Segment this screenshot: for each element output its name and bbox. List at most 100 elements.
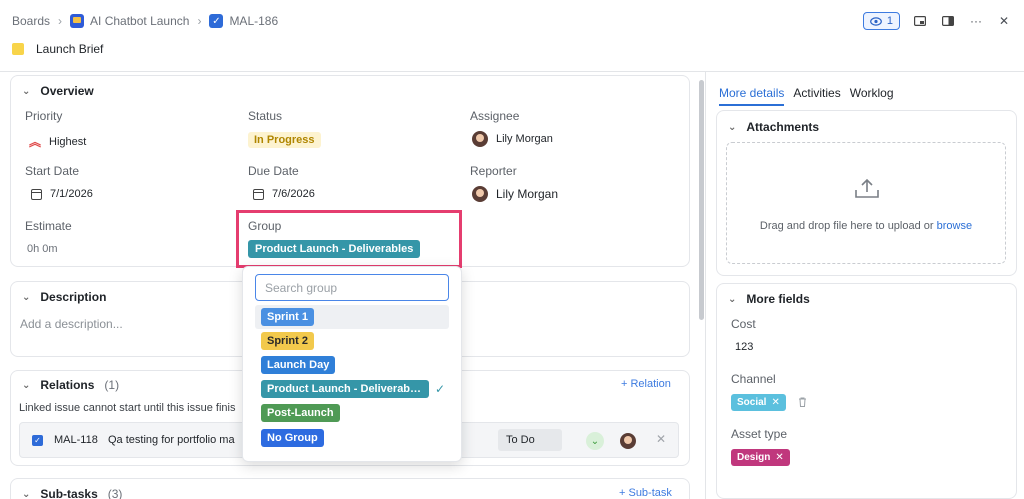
description-heading[interactable]: ⌄ Description: [22, 290, 106, 304]
drop-text: Drag and drop file here to upload or: [759, 220, 937, 232]
group-option-tag: Sprint 2: [261, 332, 314, 350]
relation-note: Linked issue cannot start until this iss…: [19, 402, 236, 414]
breadcrumb-project[interactable]: AI Chatbot Launch: [70, 14, 189, 28]
channel-label: Channel: [731, 372, 776, 386]
group-option-tag: Sprint 1: [261, 308, 314, 326]
subtasks-count: (3): [107, 487, 123, 499]
relation-key[interactable]: MAL-118: [54, 434, 98, 446]
add-relation-button[interactable]: + Relation: [621, 378, 671, 390]
calendar-icon: [253, 188, 264, 200]
status-badge[interactable]: In Progress: [248, 132, 321, 148]
breadcrumb-issue-label[interactable]: MAL-186: [229, 14, 278, 28]
breadcrumb-issue[interactable]: ✓ MAL-186: [209, 14, 278, 28]
assignee-field[interactable]: Lily Morgan: [472, 131, 553, 147]
cost-value[interactable]: 123: [735, 341, 753, 353]
group-value-tag[interactable]: Product Launch - Deliverables: [248, 240, 421, 258]
group-option-launch-day[interactable]: Launch Day: [255, 353, 449, 377]
side-panel-icon[interactable]: [940, 13, 956, 29]
group-option-tag: Post-Launch: [261, 404, 340, 422]
more-fields-card: [716, 283, 1017, 499]
calendar-icon: [31, 188, 42, 200]
relations-count: (1): [104, 378, 120, 392]
more-fields-heading[interactable]: ⌄ More fields: [728, 292, 810, 306]
chevron-down-icon: ⌄: [22, 85, 31, 97]
group-option-no-group[interactable]: No Group: [255, 426, 449, 450]
due-date-field[interactable]: 7/6/2026: [253, 188, 315, 200]
task-checkbox-icon: ✓: [209, 14, 224, 28]
asset-type-label: Asset type: [731, 427, 788, 441]
chevron-down-icon: ⌄: [22, 379, 31, 391]
add-subtask-button[interactable]: + Sub-task: [619, 487, 672, 499]
highest-priority-icon: ︽: [29, 135, 42, 149]
priority-field[interactable]: ︽ Highest: [29, 133, 86, 150]
remove-chip-icon[interactable]: ✕: [771, 397, 779, 408]
avatar: [620, 433, 636, 449]
group-option-sprint-2[interactable]: Sprint 2: [255, 329, 449, 353]
watch-button[interactable]: 1: [862, 12, 900, 30]
group-option-sprint-1[interactable]: Sprint 1: [255, 305, 449, 329]
trash-icon[interactable]: [798, 397, 807, 410]
start-date-field[interactable]: 7/1/2026: [31, 188, 93, 200]
asset-type-value: Design: [737, 452, 771, 463]
issue-title[interactable]: Launch Brief: [36, 42, 103, 56]
more-fields-heading-label: More fields: [746, 292, 810, 306]
board-icon: [70, 14, 85, 28]
browse-link[interactable]: browse: [937, 220, 972, 232]
overview-heading-label: Overview: [40, 84, 94, 98]
priority-label: Priority: [25, 109, 63, 123]
status-field[interactable]: In Progress: [248, 132, 321, 148]
detail-tabs: More details Activities Worklog: [719, 86, 894, 106]
remove-chip-icon[interactable]: ✕: [775, 452, 783, 463]
overview-heading[interactable]: ⌄ Overview: [22, 84, 94, 98]
subtasks-heading[interactable]: ⌄ Sub-tasks (3): [22, 487, 122, 499]
more-options-icon[interactable]: ···: [968, 13, 984, 29]
breadcrumb-boards[interactable]: Boards: [12, 14, 50, 28]
attachments-heading[interactable]: ⌄ Attachments: [728, 120, 819, 134]
avatar: [472, 186, 488, 202]
watch-count: 1: [886, 15, 893, 27]
group-dropdown: Sprint 1 Sprint 2 Launch Day Product Lau…: [242, 266, 462, 462]
channel-value: Social: [737, 397, 767, 408]
header-actions: 1 ··· ✕: [862, 12, 1012, 30]
group-option-product-launch[interactable]: Product Launch - Deliverables ✓: [255, 377, 449, 401]
file-dropzone[interactable]: Drag and drop file here to upload or bro…: [726, 142, 1006, 264]
assignee-value: Lily Morgan: [496, 133, 553, 145]
due-date-value: 7/6/2026: [272, 188, 315, 200]
title-row: Launch Brief: [12, 42, 103, 56]
status-label: Status: [248, 109, 283, 123]
estimate-value[interactable]: 0h 0m: [27, 243, 58, 255]
close-icon[interactable]: ✕: [996, 13, 1012, 29]
remove-relation-icon[interactable]: ✕: [656, 432, 666, 446]
description-input[interactable]: Add a description...: [20, 317, 123, 331]
group-option-tag: Launch Day: [261, 356, 336, 374]
chevron-down-icon: ⌄: [22, 488, 31, 499]
search-group-input[interactable]: [255, 274, 449, 301]
eye-icon: [869, 16, 882, 26]
relation-status[interactable]: To Do: [498, 429, 562, 451]
chevron-right-icon: ›: [58, 14, 63, 28]
breadcrumb-boards-label[interactable]: Boards: [12, 14, 50, 28]
relation-summary[interactable]: Qa testing for portfolio ma: [108, 434, 243, 446]
tab-worklog[interactable]: Worklog: [850, 86, 894, 106]
scrollbar-thumb[interactable]: [699, 80, 704, 320]
group-option-tag: No Group: [261, 429, 324, 447]
picture-in-picture-icon[interactable]: [912, 13, 928, 29]
attachments-heading-label: Attachments: [746, 120, 820, 134]
relations-heading[interactable]: ⌄ Relations (1): [22, 378, 119, 392]
group-option-post-launch[interactable]: Post-Launch: [255, 401, 449, 425]
issue-header: Boards › AI Chatbot Launch › ✓ MAL-186 L…: [0, 0, 1024, 72]
assignee-label: Assignee: [470, 109, 520, 123]
channel-chip[interactable]: Social ✕: [731, 394, 786, 411]
tab-more-details[interactable]: More details: [719, 86, 785, 106]
chevron-down-icon: ⌄: [728, 121, 737, 133]
reporter-label: Reporter: [470, 164, 517, 178]
panel-divider: [705, 72, 706, 499]
task-checkbox-icon: ✓: [32, 435, 43, 446]
cost-label: Cost: [731, 317, 756, 331]
breadcrumb-project-label[interactable]: AI Chatbot Launch: [90, 14, 189, 28]
tab-activities[interactable]: Activities: [793, 86, 840, 106]
start-date-label: Start Date: [25, 164, 80, 178]
reporter-field[interactable]: Lily Morgan: [472, 186, 558, 202]
avatar: [472, 131, 488, 147]
asset-type-chip[interactable]: Design ✕: [731, 449, 790, 466]
